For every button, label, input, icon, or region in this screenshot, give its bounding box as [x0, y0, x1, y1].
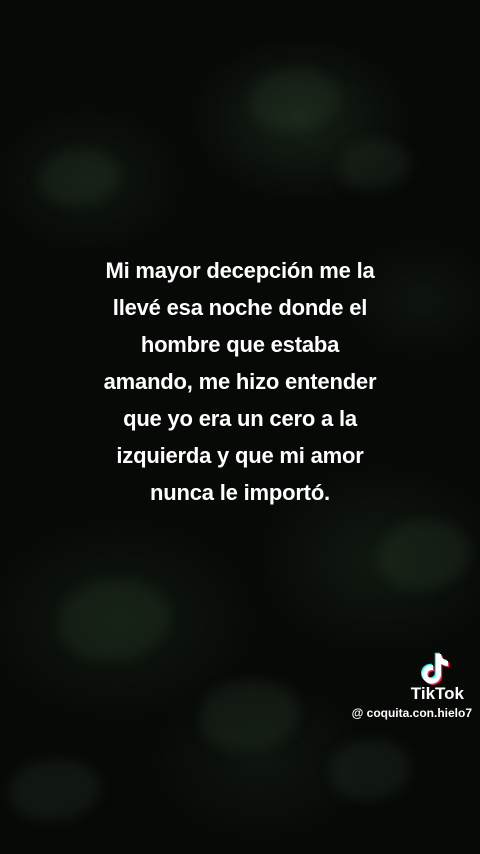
foliage-shape: [330, 740, 410, 800]
message-line: izquierda y que mi amor: [116, 443, 364, 468]
foliage-shape: [200, 680, 300, 750]
foliage-shape: [340, 140, 410, 190]
message-line: amando, me hizo entender: [103, 369, 377, 394]
foliage-shape: [40, 150, 120, 205]
message-line: hombre que estaba: [140, 332, 340, 357]
foliage-shape: [250, 70, 340, 130]
foliage-shape: [380, 520, 470, 590]
message-line: llevé esa noche donde el: [112, 295, 368, 320]
video-frame[interactable]: Mi mayor decepción me la llevé esa noche…: [0, 0, 480, 854]
overlay-message: Mi mayor decepción me la llevé esa noche…: [40, 252, 440, 511]
message-line: Mi mayor decepción me la: [105, 258, 375, 283]
foliage-shape: [60, 580, 170, 660]
message-line: que yo era un cero a la: [123, 406, 357, 431]
message-line: nunca le importó.: [150, 480, 330, 505]
creator-handle[interactable]: @ coquita.con.hielo7: [352, 706, 472, 720]
tiktok-logo-icon: [421, 652, 450, 685]
tiktok-brand-label: TikTok: [410, 684, 464, 703]
foliage-shape: [10, 760, 100, 820]
